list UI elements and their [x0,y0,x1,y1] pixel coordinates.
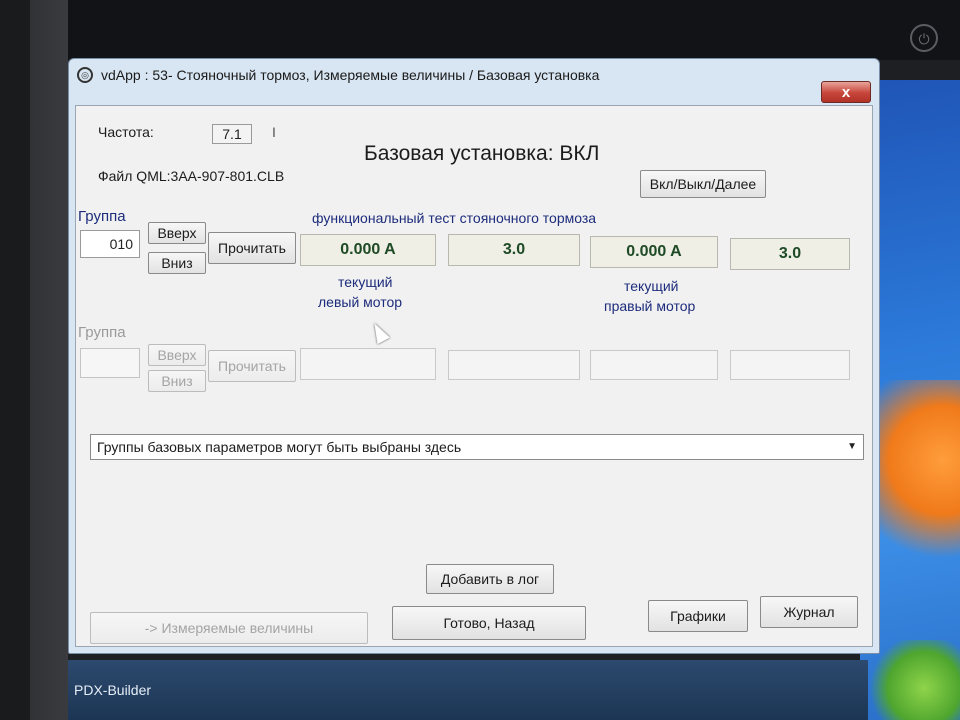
monitor-bezel-top [0,0,960,60]
group1-number-input[interactable]: 010 [80,230,140,258]
group1-down-button[interactable]: Вниз [148,252,206,274]
taskbar: PDX-Builder [68,660,868,720]
frequency-label: Частота: [98,124,154,140]
left-motor-caption-line1: текущий [338,274,393,290]
toggle-next-button[interactable]: Вкл/Выкл/Далее [640,170,766,198]
close-button[interactable]: x [821,81,871,103]
group1-value-1: 0.000 A [300,234,436,266]
window-title: vdApp : 53- Стояночный тормоз, Измеряемы… [101,67,600,83]
qml-file-label: Файл QML:3AA-907-801.CLB [98,168,285,184]
group2-value-3 [590,350,718,380]
taskbar-app-label[interactable]: PDX-Builder [74,682,151,698]
vdapp-window: ◎ vdApp : 53- Стояночный тормоз, Измеряе… [68,58,880,654]
group1-read-button[interactable]: Прочитать [208,232,296,264]
chevron-down-icon[interactable]: ▼ [847,435,857,459]
measured-values-button[interactable]: -> Измеряемые величины [90,612,368,644]
group2-number-input[interactable] [80,348,140,378]
group1-label: Группа [78,208,126,225]
graphs-button[interactable]: Графики [648,600,748,632]
frequency-indicator: I [272,124,276,140]
group1-value-3: 0.000 A [590,236,718,268]
journal-button[interactable]: Журнал [760,596,858,628]
basic-params-group-select[interactable]: Группы базовых параметров могут быть выб… [90,434,864,460]
wallpaper-logo-orange [880,380,960,580]
group2-up-button[interactable]: Вверх [148,344,206,366]
group1-value-4: 3.0 [730,238,850,270]
group1-test-title: функциональный тест стояночного тормоза [312,210,597,226]
group2-value-2 [448,350,580,380]
group1-up-button[interactable]: Вверх [148,222,206,244]
frequency-value: 7.1 [212,124,252,144]
group2-value-1 [300,348,436,380]
window-client-area: Частота: 7.1 I Файл QML:3AA-907-801.CLB … [75,105,873,647]
wallpaper-logo-green [870,640,960,720]
right-motor-caption-line2: правый мотор [604,298,696,314]
window-titlebar[interactable]: ◎ vdApp : 53- Стояночный тормоз, Измеряе… [69,59,879,103]
group2-value-4 [730,350,850,380]
group1-value-2: 3.0 [448,234,580,266]
monitor-edge [0,0,30,720]
add-to-log-button[interactable]: Добавить в лог [426,564,554,594]
group2-label: Группа [78,324,126,341]
monitor-power-icon: ⏻ [910,24,938,52]
basic-setting-status: Базовая установка: ВКЛ [364,142,600,165]
left-motor-caption-line2: левый мотор [318,294,403,310]
done-back-button[interactable]: Готово, Назад [392,606,586,640]
right-motor-caption-line1: текущий [624,278,679,294]
group2-read-button[interactable]: Прочитать [208,350,296,382]
group2-down-button[interactable]: Вниз [148,370,206,392]
select-value: Группы базовых параметров могут быть выб… [97,439,462,455]
app-icon: ◎ [77,67,93,83]
